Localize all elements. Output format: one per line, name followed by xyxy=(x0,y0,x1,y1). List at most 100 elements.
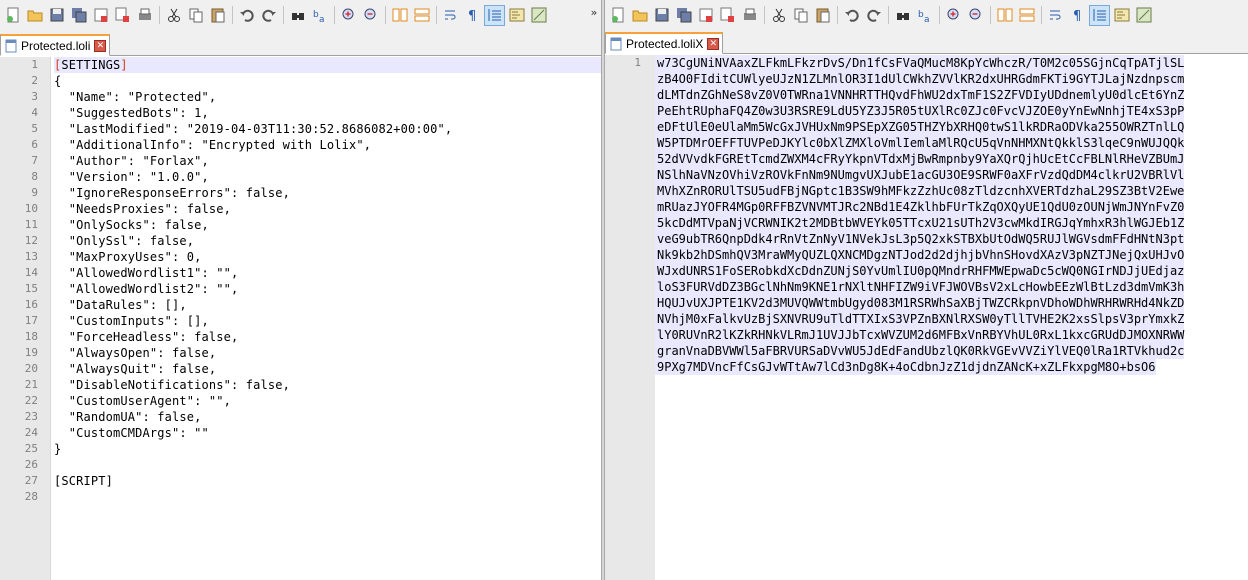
code-line[interactable]: "DataRules": [], xyxy=(54,297,187,313)
code-line[interactable]: "SuggestedBots": 1, xyxy=(54,105,209,121)
code-line[interactable]: "RandomUA": false, xyxy=(54,409,202,425)
code-line-wrapped[interactable]: 52dVVvdkFGREtTcmdZWXM4cFRyYkpnVTdxMjBwRm… xyxy=(655,151,1185,167)
save-all-button[interactable] xyxy=(673,5,694,26)
code-line[interactable]: "OnlySsl": false, xyxy=(54,233,194,249)
code-line[interactable]: "Version": "1.0.0", xyxy=(54,169,209,185)
code-line-wrapped[interactable]: W5PTDMrOEFFTUVPeDJKYlc0bXlZMXloVmlIemlaM… xyxy=(655,135,1185,151)
code-line[interactable]: "CustomUserAgent": "", xyxy=(54,393,231,409)
code-line-wrapped[interactable]: 5kcDdMTVpaNjVCRWNIK2t2MDBtbWVEYk05TTcxU2… xyxy=(655,215,1185,231)
copy-button[interactable] xyxy=(185,5,206,26)
code-line[interactable]: } xyxy=(54,441,61,457)
close-button[interactable] xyxy=(90,5,111,26)
code-line-wrapped[interactable]: granVnaDBVWWl5aFBRVURSaDVvWU5JdEdFandUbz… xyxy=(655,343,1185,359)
code-line-wrapped[interactable]: NVhjM0xFalkvUzBjSXNVRU9uTldTTXIxS3VPZnBX… xyxy=(655,311,1185,327)
sync-horizontal-button[interactable] xyxy=(1016,5,1037,26)
code-line[interactable]: "AlwaysOpen": false, xyxy=(54,345,216,361)
zoom-in-button[interactable] xyxy=(338,5,359,26)
redo-button[interactable] xyxy=(258,5,279,26)
zoom-out-button[interactable] xyxy=(965,5,986,26)
show-all-chars-button[interactable]: ¶ xyxy=(1067,5,1088,26)
word-wrap-button[interactable] xyxy=(1045,5,1066,26)
doc-map-button[interactable] xyxy=(1111,5,1132,26)
sync-vertical-button[interactable] xyxy=(994,5,1015,26)
code-line[interactable]: "Name": "Protected", xyxy=(54,89,216,105)
code-line-wrapped[interactable]: Nk9kb2hDSmhQV3MraWMyQUZLQXNCMDgzNTJod2d2… xyxy=(655,247,1185,263)
code-line-wrapped[interactable]: w73CgUNiNVAaxZLFkmLFkzrDvS/Dn1fCsFVaQMuc… xyxy=(655,55,1185,71)
code-line-wrapped[interactable]: dLMTdnZGhNeS8vZ0V0TWRna1VNNHRTTHQvdFhWU2… xyxy=(655,87,1185,103)
code-line[interactable]: "MaxProxyUses": 0, xyxy=(54,249,202,265)
copy-button[interactable] xyxy=(790,5,811,26)
cut-button[interactable] xyxy=(163,5,184,26)
new-file-button[interactable] xyxy=(2,5,23,26)
print-button[interactable] xyxy=(134,5,155,26)
show-all-chars-button[interactable]: ¶ xyxy=(462,5,483,26)
close-all-button[interactable] xyxy=(717,5,738,26)
code-line[interactable]: [SCRIPT] xyxy=(54,473,113,489)
sync-vertical-button[interactable] xyxy=(389,5,410,26)
right-editor[interactable]: 1 w73CgUNiNVAaxZLFkmLFkzrDvS/Dn1fCsFVaQM… xyxy=(605,55,1248,580)
undo-button[interactable] xyxy=(841,5,862,26)
replace-button[interactable]: ba xyxy=(914,5,935,26)
code-line[interactable]: "ForceHeadless": false, xyxy=(54,329,238,345)
code-line-wrapped[interactable]: mRUazJYOFR4MGp0RFFBZVNVMTJRc2NBd1E4Zklhb… xyxy=(655,199,1185,215)
new-file-button[interactable] xyxy=(607,5,628,26)
code-line[interactable]: "CustomInputs": [], xyxy=(54,313,209,329)
open-folder-button[interactable] xyxy=(24,5,45,26)
code-line[interactable]: "LastModified": "2019-04-03T11:30:52.868… xyxy=(54,121,452,137)
code-line-wrapped[interactable]: WJxdUNRS1FoSERobkdXcDdnZUNjS0YvUmlIU0pQM… xyxy=(655,263,1185,279)
code-line[interactable]: "IgnoreResponseErrors": false, xyxy=(54,185,290,201)
paste-button[interactable] xyxy=(812,5,833,26)
code-line-wrapped[interactable]: veG9ubTR6QnpDdk4rRnVtZnNyV1NVekJsL3p5Q2x… xyxy=(655,231,1185,247)
code-line-wrapped[interactable]: 9PXg7MDVncFfCsGJvWTtAw7lCd3nDg8K+4oCdbnJ… xyxy=(655,359,1156,375)
toolbar-overflow-icon[interactable]: » xyxy=(589,5,599,21)
open-folder-button[interactable] xyxy=(629,5,650,26)
code-line-wrapped[interactable]: lY0RUVnR2lKZkRHNkVLRmJ1UVJJbTcxWVZUM2d6M… xyxy=(655,327,1185,343)
redo-button[interactable] xyxy=(863,5,884,26)
close-all-button[interactable] xyxy=(112,5,133,26)
close-tab-icon[interactable]: ✕ xyxy=(707,37,720,50)
print-button[interactable] xyxy=(739,5,760,26)
code-line[interactable]: "AlwaysQuit": false, xyxy=(54,361,216,377)
tab-protected-lolix[interactable]: Protected.loliX ✕ xyxy=(605,32,724,54)
indent-guide-button[interactable] xyxy=(1089,4,1110,26)
code-line[interactable]: "OnlySocks": false, xyxy=(54,217,209,233)
tab-protected-loli[interactable]: Protected.loli ✕ xyxy=(0,34,111,56)
code-text-area[interactable]: w73CgUNiNVAaxZLFkmLFkzrDvS/Dn1fCsFVaQMuc… xyxy=(655,55,1248,580)
code-line[interactable]: "AllowedWordlist1": "", xyxy=(54,265,238,281)
code-line[interactable]: "DisableNotifications": false, xyxy=(54,377,290,393)
left-editor[interactable]: 1 2 3 4 5 6 7 8 9 10 11 12 13 14 15 16 17 18 19 20 21 22 23 24 2… xyxy=(0,57,601,580)
code-line[interactable]: "NeedsProxies": false, xyxy=(54,201,231,217)
find-button[interactable] xyxy=(892,5,913,26)
code-line[interactable]: "Author": "Forlax", xyxy=(54,153,209,169)
code-line[interactable]: { xyxy=(54,73,61,89)
code-line-wrapped[interactable]: HQUJvUXJPTE1KV2d3MUVQWWtmbUgyd083M1RSRWh… xyxy=(655,295,1185,311)
code-text-area[interactable]: [SETTINGS]{ "Name": "Protected", "Sugges… xyxy=(54,57,601,580)
code-line[interactable]: "AdditionalInfo": "Encrypted with Lolix"… xyxy=(54,137,371,153)
doc-map-button[interactable] xyxy=(506,5,527,26)
zoom-out-button[interactable] xyxy=(360,5,381,26)
find-button[interactable] xyxy=(287,5,308,26)
save-button[interactable] xyxy=(651,5,672,26)
code-line[interactable]: "AllowedWordlist2": "", xyxy=(54,281,238,297)
code-line[interactable]: "CustomCMDArgs": "" xyxy=(54,425,209,441)
code-line-wrapped[interactable]: NSlhNaVNzOVhiVzROVkFnNm9NUmgvUXJubE1acGU… xyxy=(655,167,1185,183)
sync-horizontal-button[interactable] xyxy=(411,5,432,26)
replace-button[interactable]: ba xyxy=(309,5,330,26)
paste-button[interactable] xyxy=(207,5,228,26)
code-line-wrapped[interactable]: PeEhtRUphaFQ4Z0w3U3RSRE9LdU5YZ3J5R05tUXl… xyxy=(655,103,1185,119)
function-list-button[interactable] xyxy=(1133,5,1154,26)
save-button[interactable] xyxy=(46,5,67,26)
code-line-wrapped[interactable]: zB4O0FIditCUWlyeUJzN1ZLMnlOR3I1dUlCWkhZV… xyxy=(655,71,1185,87)
code-line-wrapped[interactable]: eDFtUlE0eUlaMm5WcGxJVHUxNm9PSEpXZG05THZY… xyxy=(655,119,1185,135)
undo-button[interactable] xyxy=(236,5,257,26)
code-line-wrapped[interactable]: MVhXZnRORUlTSU5udFBjNGptc1B3SW9hMFkzZzhU… xyxy=(655,183,1185,199)
function-list-button[interactable] xyxy=(528,5,549,26)
indent-guide-button[interactable] xyxy=(484,4,505,26)
save-all-button[interactable] xyxy=(68,5,89,26)
code-line-wrapped[interactable]: loS3FURVdDZ3BGclNhNm9KNE1rNXltNHFIZW9iVF… xyxy=(655,279,1185,295)
zoom-in-button[interactable] xyxy=(943,5,964,26)
cut-button[interactable] xyxy=(768,5,789,26)
close-tab-icon[interactable]: ✕ xyxy=(94,39,107,52)
code-line[interactable]: [SETTINGS] xyxy=(54,57,601,73)
word-wrap-button[interactable] xyxy=(440,5,461,26)
